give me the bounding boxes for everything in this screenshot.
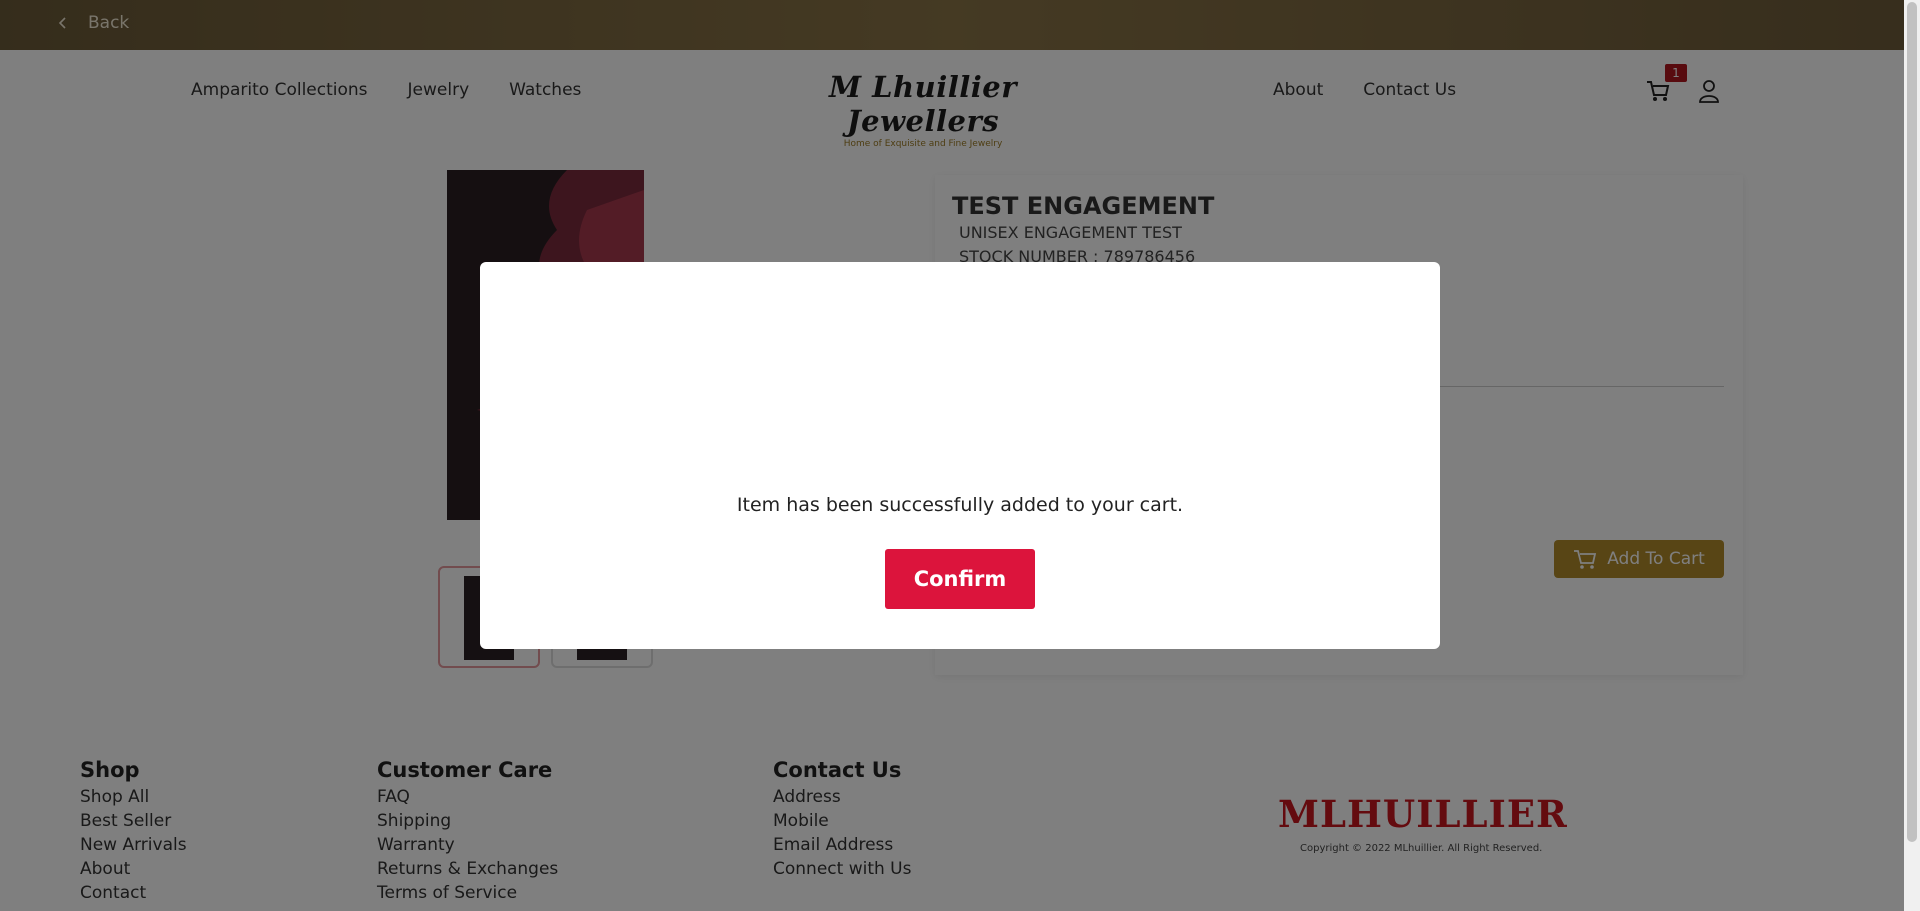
modal-message: Item has been successfully added to your… bbox=[736, 494, 1184, 516]
scrollbar-thumb[interactable] bbox=[1907, 2, 1917, 842]
confirmation-modal: Item has been successfully added to your… bbox=[480, 262, 1440, 649]
page-scrollbar[interactable] bbox=[1904, 0, 1920, 911]
confirm-button[interactable]: Confirm bbox=[885, 549, 1035, 609]
